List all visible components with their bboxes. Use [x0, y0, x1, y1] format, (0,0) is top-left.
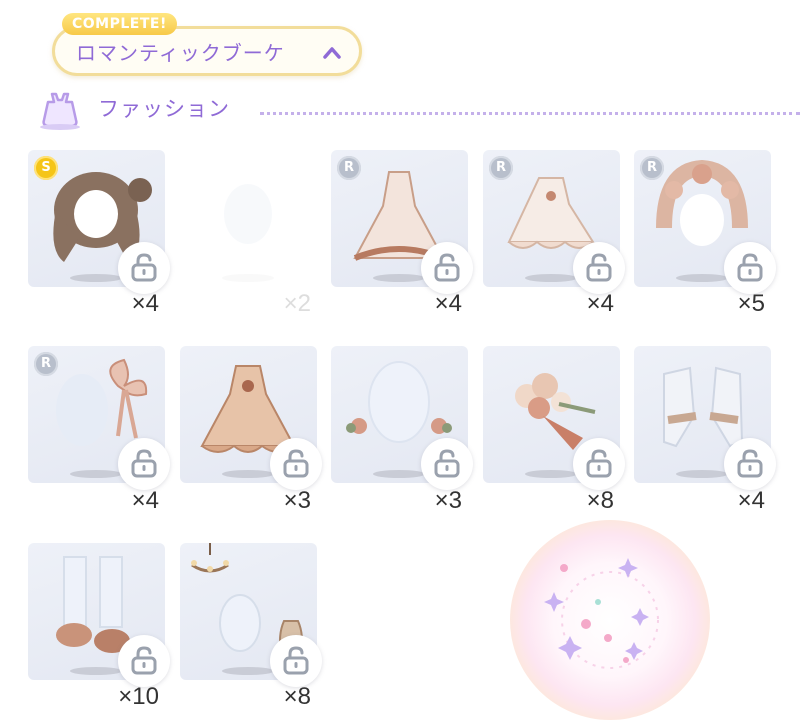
item-quantity: ×4	[131, 487, 159, 514]
rarity-badge: R	[34, 352, 58, 376]
item-quantity: ×5	[737, 290, 765, 317]
rarity-badge: R	[640, 156, 664, 180]
unlock-button[interactable]	[724, 438, 776, 490]
unlock-button[interactable]	[421, 242, 473, 294]
unlocked-padlock-icon	[737, 253, 763, 282]
fashion-section-header: ファッション	[30, 88, 800, 134]
unlocked-padlock-icon	[434, 449, 460, 478]
item-quantity: ×10	[118, 683, 159, 710]
effect-orb	[510, 520, 710, 720]
unlock-button[interactable]	[421, 438, 473, 490]
complete-badge: COMPLETE!	[62, 13, 177, 35]
item-quantity: ×8	[283, 683, 311, 710]
unlocked-padlock-icon	[586, 253, 612, 282]
unlocked-padlock-icon	[434, 253, 460, 282]
rarity-badge: R	[337, 156, 361, 180]
unlock-button[interactable]	[270, 635, 322, 687]
unlock-button[interactable]	[118, 242, 170, 294]
dress-icon	[40, 92, 80, 130]
unlock-button[interactable]	[573, 242, 625, 294]
set-title[interactable]: ロマンティックブーケ	[76, 38, 285, 68]
section-title: ファッション	[98, 97, 230, 121]
unlock-button[interactable]	[118, 635, 170, 687]
section-divider	[260, 112, 800, 115]
item-quantity: ×3	[283, 487, 311, 514]
item-quantity: ×4	[586, 290, 614, 317]
item-card[interactable]	[180, 150, 317, 287]
item-quantity: ×8	[586, 487, 614, 514]
item-quantity: ×3	[434, 487, 462, 514]
sparkle-ring-icon	[544, 558, 659, 669]
rarity-badge: S	[34, 156, 58, 180]
item-quantity: ×2	[283, 290, 311, 317]
item-quantity: ×4	[131, 290, 159, 317]
item-quantity: ×4	[434, 290, 462, 317]
unlocked-padlock-icon	[283, 449, 309, 478]
unlock-button[interactable]	[270, 438, 322, 490]
unlocked-padlock-icon	[131, 449, 157, 478]
unlocked-padlock-icon	[586, 449, 612, 478]
unlocked-padlock-icon	[737, 449, 763, 478]
unlocked-padlock-icon	[283, 646, 309, 675]
rarity-badge: R	[489, 156, 513, 180]
item-quantity: ×4	[737, 487, 765, 514]
unlock-button[interactable]	[118, 438, 170, 490]
faded-item-icon	[222, 184, 274, 282]
unlock-button[interactable]	[573, 438, 625, 490]
unlock-button[interactable]	[724, 242, 776, 294]
unlocked-padlock-icon	[131, 253, 157, 282]
chevron-up-icon[interactable]	[322, 44, 342, 62]
unlocked-padlock-icon	[131, 646, 157, 675]
